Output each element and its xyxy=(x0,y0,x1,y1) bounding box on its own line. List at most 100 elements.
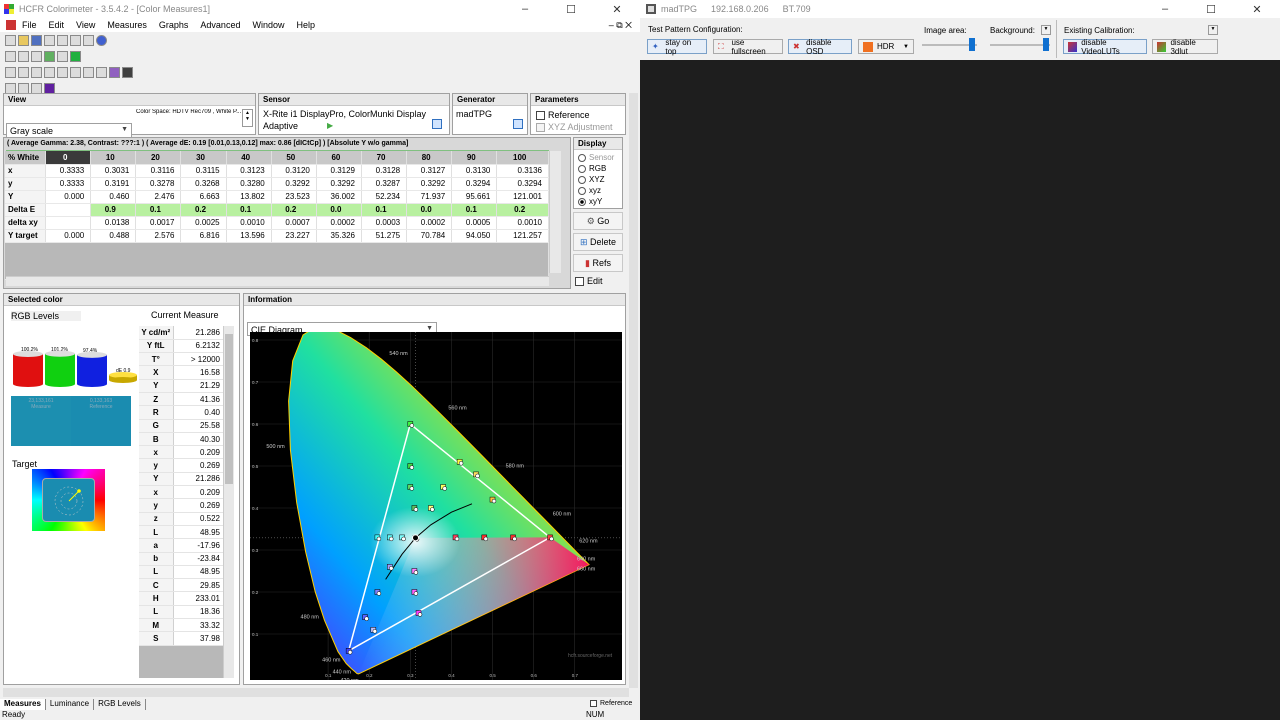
paste-icon[interactable] xyxy=(70,34,81,46)
disable-videoluts-button[interactable]: disable VideoLUTs xyxy=(1063,38,1147,56)
undo-icon[interactable] xyxy=(83,34,94,46)
open-icon[interactable] xyxy=(18,34,29,46)
disable-3dlut-button[interactable]: disable 3dlut xyxy=(1152,38,1218,56)
copy-icon[interactable] xyxy=(57,34,68,46)
menu-file[interactable]: File xyxy=(22,20,37,30)
summary-line: ( Average Gamma: 2.38, Contrast: ???:1 )… xyxy=(7,140,409,147)
filter-icon[interactable] xyxy=(44,82,55,94)
menu-help[interactable]: Help xyxy=(296,20,315,30)
background-slider-thumb[interactable] xyxy=(1043,38,1049,51)
maximize-icon[interactable]: ☐ xyxy=(548,3,594,16)
reference-checkbox[interactable]: Reference xyxy=(536,110,590,120)
play-icon[interactable]: ▶ xyxy=(327,121,333,130)
colorspace-spinner[interactable]: ▲ ▼ xyxy=(242,109,253,127)
report-icon[interactable] xyxy=(5,82,16,94)
view-header: View xyxy=(4,94,255,106)
minimize-icon[interactable]: – xyxy=(502,3,548,16)
main-scrollbar[interactable] xyxy=(629,93,638,688)
tab-luminance[interactable]: Luminance xyxy=(46,699,95,710)
stay-on-top-button[interactable]: ✦ stay on top xyxy=(647,38,707,56)
display-radio-xyz[interactable]: xyz xyxy=(578,185,618,196)
image-area-slider-thumb[interactable] xyxy=(969,38,975,51)
maximize-icon[interactable]: ☐ xyxy=(1188,3,1234,16)
about-icon[interactable] xyxy=(96,34,107,46)
display-radio-xyy[interactable]: xyY xyxy=(578,196,618,207)
column-header[interactable]: 50 xyxy=(271,151,317,165)
grayscale-icon[interactable] xyxy=(5,66,16,78)
configure-icon[interactable] xyxy=(57,50,68,62)
monitor-icon[interactable] xyxy=(122,66,133,78)
calibrate-icon[interactable] xyxy=(31,50,42,62)
column-header[interactable]: 0 xyxy=(45,151,92,165)
calibration-dropdown[interactable]: ▼ xyxy=(1208,25,1218,35)
measure-icon[interactable] xyxy=(5,50,16,62)
column-header[interactable]: 100 xyxy=(496,151,549,165)
hdr-button[interactable]: HDR ▼ xyxy=(858,39,914,54)
disable-osd-button[interactable]: ✖ disable OSD xyxy=(788,38,852,56)
primaries-icon[interactable] xyxy=(18,66,29,78)
measure-row: Y 21.286 xyxy=(139,472,223,487)
mdi-icon[interactable] xyxy=(6,20,16,30)
toolbar-row-3 xyxy=(0,64,640,80)
free-measure-icon[interactable] xyxy=(96,66,107,78)
measure-scrollbar[interactable] xyxy=(223,326,234,678)
generator-config-icon[interactable] xyxy=(513,119,523,129)
grid-scrollbar[interactable] xyxy=(549,151,561,273)
mdi-window-controls[interactable]: – ⧉ ✕ xyxy=(609,20,632,31)
colorchecker-icon[interactable] xyxy=(109,66,120,78)
sample-point xyxy=(428,505,435,512)
graph-icon[interactable] xyxy=(18,82,29,94)
use-fullscreen-button[interactable]: ⛶ use fullscreen xyxy=(713,38,783,56)
menu-view[interactable]: View xyxy=(76,20,95,30)
menu-window[interactable]: Window xyxy=(252,20,284,30)
x-axis-label: 0.7 xyxy=(572,673,579,678)
table-cell: 13.596 xyxy=(226,229,272,243)
madtpg-titlebar: madTPG 192.168.0.206 BT.709 – ☐ ✕ xyxy=(640,0,1280,18)
edit-checkbox[interactable]: Edit xyxy=(575,276,603,286)
background-slider[interactable] xyxy=(990,44,1050,46)
minimize-icon[interactable]: – xyxy=(1142,3,1188,16)
column-header[interactable]: 30 xyxy=(180,151,227,165)
measure-series-icon[interactable] xyxy=(18,50,29,62)
column-header[interactable]: 90 xyxy=(451,151,498,165)
settings-icon[interactable] xyxy=(44,50,55,62)
nearwhite-icon[interactable] xyxy=(83,66,94,78)
tab-measures[interactable]: Measures xyxy=(0,699,46,710)
go-button[interactable]: ⚙ Go xyxy=(573,212,623,230)
close-icon[interactable]: ✕ xyxy=(594,3,640,16)
column-header[interactable]: 10 xyxy=(90,151,137,165)
column-header[interactable]: 40 xyxy=(226,151,272,165)
column-header[interactable]: 80 xyxy=(406,151,453,165)
menu-advanced[interactable]: Advanced xyxy=(200,20,240,30)
nearblack-icon[interactable] xyxy=(70,66,81,78)
secondaries-icon[interactable] xyxy=(31,66,42,78)
display-radio-rgb[interactable]: RGB xyxy=(578,163,618,174)
column-header[interactable]: 70 xyxy=(361,151,408,165)
cut-icon[interactable] xyxy=(44,34,55,46)
delete-button[interactable]: ⊞ Delete xyxy=(573,233,623,251)
target-label: Target xyxy=(12,459,38,469)
tab-rgb-levels[interactable]: RGB Levels xyxy=(94,699,146,710)
menu-edit[interactable]: Edit xyxy=(49,20,65,30)
menu-graphs[interactable]: Graphs xyxy=(159,20,189,30)
table-cell: 23.227 xyxy=(271,229,317,243)
close-icon[interactable]: ✕ xyxy=(1234,3,1280,16)
main-hscrollbar[interactable] xyxy=(3,688,629,697)
refs-button[interactable]: ▮ Refs xyxy=(573,254,623,272)
contrast-icon[interactable] xyxy=(57,66,68,78)
save-icon[interactable] xyxy=(31,34,42,46)
gamut-icon[interactable] xyxy=(31,82,42,94)
sensor-config-icon[interactable] xyxy=(432,119,442,129)
display-radio-xyz[interactable]: XYZ xyxy=(578,174,618,185)
selected-color-panel: Selected color RGB Levels Current Measur… xyxy=(3,293,240,685)
column-header[interactable]: 60 xyxy=(316,151,362,165)
status-reference-checkbox[interactable]: Reference xyxy=(590,700,632,707)
column-header[interactable]: 20 xyxy=(135,151,182,165)
grid-hscrollbar[interactable] xyxy=(6,276,549,286)
new-icon[interactable] xyxy=(5,34,16,46)
play-icon[interactable] xyxy=(70,50,81,62)
saturation-icon[interactable] xyxy=(44,66,55,78)
menu-measures[interactable]: Measures xyxy=(107,20,147,30)
background-dropdown[interactable]: ▼ xyxy=(1041,25,1051,35)
rgb-levels-select[interactable]: RGB Levels xyxy=(11,311,81,321)
